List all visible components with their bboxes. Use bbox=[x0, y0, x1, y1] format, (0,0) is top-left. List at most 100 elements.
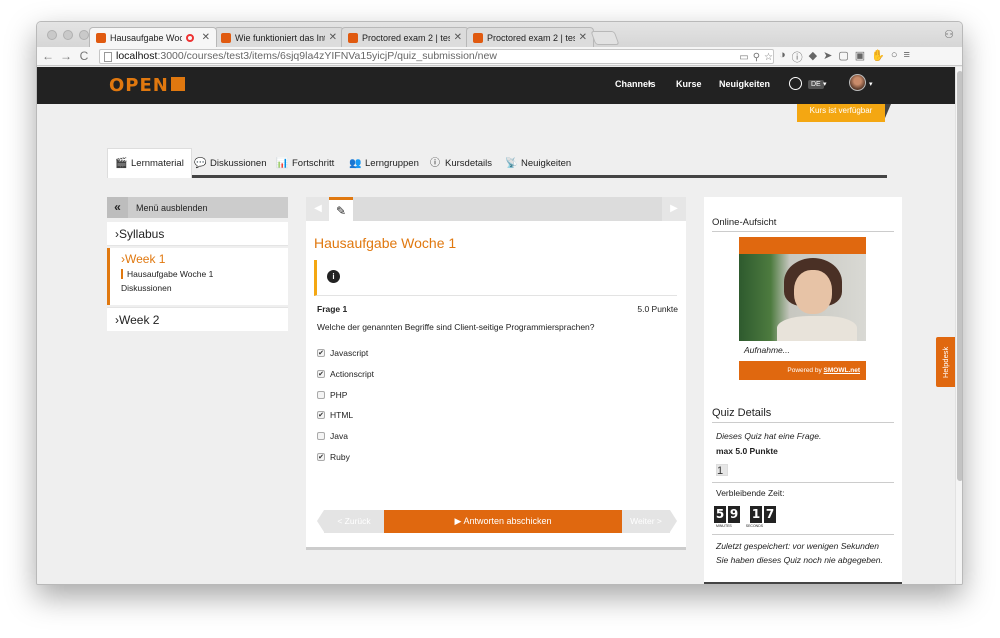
close-tab-icon[interactable]: ✕ bbox=[454, 32, 462, 43]
sidebar-subitem-hausaufgabe[interactable]: Hausaufgabe Woche 1 bbox=[121, 269, 288, 279]
tab-diskussionen[interactable]: 💬 Diskussionen bbox=[187, 148, 274, 178]
next-button[interactable]: Weiter > bbox=[622, 510, 677, 533]
extension-doc-icon[interactable]: ▢ bbox=[838, 49, 848, 65]
globe-icon[interactable] bbox=[789, 77, 802, 90]
close-tab-icon[interactable]: ✕ bbox=[202, 32, 210, 43]
extension-icons: ◑ ⓘ ◆ ➤ ▢ ▣ ✋ ○ ≡ bbox=[779, 49, 910, 65]
camera-icon[interactable]: ▭ bbox=[739, 51, 748, 64]
sidebar-item-week1[interactable]: ›Week 1 Hausaufgabe Woche 1 Diskussionen bbox=[107, 248, 288, 305]
back-icon[interactable]: ← bbox=[41, 49, 55, 63]
sidebar-item-label: ›Week 1 bbox=[121, 252, 166, 266]
user-avatar[interactable] bbox=[849, 74, 866, 91]
never-submitted-text: Sie haben dieses Quiz noch nie abgegeben… bbox=[716, 555, 883, 565]
prev-item-arrow-icon[interactable]: ◀ bbox=[306, 197, 330, 221]
favicon-icon bbox=[96, 32, 106, 43]
quiz-item-icon[interactable]: ✎ bbox=[329, 197, 353, 221]
answer-checkbox[interactable]: ✔ bbox=[317, 349, 325, 357]
tab-lerngruppen[interactable]: 👥 Lerngruppen bbox=[342, 148, 426, 178]
hide-menu-button[interactable]: « Menü ausblenden bbox=[107, 197, 288, 218]
bookmark-star-icon[interactable]: ☆ bbox=[764, 51, 773, 64]
extension-diamond-icon[interactable]: ◆ bbox=[809, 49, 817, 65]
extension-info-icon[interactable]: ⓘ bbox=[792, 49, 803, 65]
browser-tab[interactable]: Wie funktioniert das Intern ✕ bbox=[214, 27, 344, 47]
smowl-link[interactable]: SMOWL.net bbox=[824, 367, 860, 374]
question-nav-box[interactable]: 1 bbox=[716, 464, 728, 477]
language-selector[interactable]: DE bbox=[808, 80, 824, 89]
answer-label: Java bbox=[330, 431, 348, 441]
extension-badge-icon[interactable]: ◑ bbox=[779, 49, 786, 65]
helpdesk-button[interactable]: Helpdesk bbox=[936, 337, 955, 387]
web-page: OPEN Channels ▾ Kurse Neuigkeiten DE ▾ ▾… bbox=[37, 67, 962, 584]
new-tab-button[interactable] bbox=[590, 31, 620, 45]
chevron-down-icon: ▾ bbox=[823, 81, 827, 88]
extension-hand-icon[interactable]: ✋ bbox=[871, 49, 885, 65]
close-tab-icon[interactable]: ✕ bbox=[329, 32, 337, 43]
divider bbox=[712, 534, 894, 535]
answer-label: HTML bbox=[330, 410, 354, 420]
info-icon: ⓘ bbox=[430, 157, 440, 169]
sidebar-subitem-diskussionen[interactable]: Diskussionen bbox=[121, 283, 288, 293]
answer-option[interactable]: Java bbox=[317, 431, 348, 441]
nav-kurse[interactable]: Kurse bbox=[676, 79, 702, 89]
submit-answers-button[interactable]: ▶ Antworten abschicken bbox=[384, 510, 622, 533]
quiz-content: Hausaufgabe Woche 1 i Frage 1 5.0 Punkte… bbox=[306, 221, 686, 550]
seconds-label: SECONDS bbox=[745, 524, 764, 528]
sidebar-item-week2[interactable]: ›Week 2 bbox=[107, 307, 288, 331]
answer-option[interactable]: ✔ HTML bbox=[317, 410, 353, 420]
question-label: Frage 1 bbox=[317, 304, 348, 314]
extension-circle-icon[interactable]: ○ bbox=[891, 49, 898, 65]
tab-lernmaterial[interactable]: 🎬 Lernmaterial bbox=[107, 148, 192, 178]
last-saved-text: Zuletzt gespeichert: vor wenigen Sekunde… bbox=[716, 541, 880, 551]
course-tabs: 🎬 Lernmaterial 💬 Diskussionen 📊 Fortschr… bbox=[107, 148, 887, 178]
previous-button[interactable]: < Zurück bbox=[317, 510, 384, 533]
forward-icon[interactable]: → bbox=[59, 49, 73, 63]
browser-tab[interactable]: Proctored exam 2 | test3 ✕ bbox=[341, 27, 469, 47]
openhpi-logo[interactable]: OPEN bbox=[109, 75, 185, 96]
page-scrollbar[interactable] bbox=[955, 67, 962, 584]
answer-checkbox[interactable]: ✔ bbox=[317, 370, 325, 378]
address-bar[interactable]: localhost:3000/courses/test3/items/6sjq9… bbox=[99, 49, 774, 64]
answer-option[interactable]: ✔ Actionscript bbox=[317, 369, 374, 379]
next-item-arrow-icon[interactable]: ▶ bbox=[662, 197, 686, 221]
profile-icon[interactable]: ⚇ bbox=[944, 28, 954, 41]
timer-gap bbox=[742, 506, 748, 523]
tab-fortschritt[interactable]: 📊 Fortschritt bbox=[269, 148, 341, 178]
tab-title: Proctored exam 2 | test3 bbox=[487, 32, 575, 43]
menu-icon[interactable]: ≡ bbox=[904, 49, 910, 65]
info-icon[interactable]: i bbox=[327, 270, 340, 283]
proctoring-header-bar bbox=[739, 237, 866, 254]
tab-title: Hausaufgabe Woche 1 | bbox=[110, 32, 182, 43]
answer-option[interactable]: PHP bbox=[317, 390, 347, 400]
scrollbar-thumb[interactable] bbox=[957, 71, 962, 481]
tab-kursdetails[interactable]: ⓘ Kursdetails bbox=[422, 148, 499, 178]
answer-checkbox[interactable] bbox=[317, 391, 325, 399]
minimize-window-button[interactable] bbox=[63, 30, 73, 40]
nav-neuigkeiten[interactable]: Neuigkeiten bbox=[719, 79, 770, 89]
zoom-icon[interactable]: ⚲ bbox=[753, 51, 760, 64]
remaining-time-label: Verbleibende Zeit: bbox=[716, 488, 785, 498]
close-tab-icon[interactable]: ✕ bbox=[579, 32, 587, 43]
clapperboard-icon: 🎬 bbox=[115, 158, 128, 169]
extension-box-icon[interactable]: ▣ bbox=[855, 49, 865, 65]
window-controls bbox=[47, 30, 89, 40]
close-window-button[interactable] bbox=[47, 30, 57, 40]
page-title: Hausaufgabe Woche 1 bbox=[314, 235, 457, 251]
tab-label: Fortschritt bbox=[292, 157, 335, 169]
answer-checkbox[interactable]: ✔ bbox=[317, 411, 325, 419]
tab-label: Lernmaterial bbox=[131, 158, 184, 169]
zoom-window-button[interactable] bbox=[79, 30, 89, 40]
answer-option[interactable]: ✔ Ruby bbox=[317, 452, 350, 462]
question-text: Welche der genannten Begriffe sind Clien… bbox=[317, 322, 595, 332]
quiz-hint-bar: i bbox=[314, 260, 677, 296]
hide-menu-label: Menü ausblenden bbox=[136, 202, 208, 213]
browser-tab-active[interactable]: Hausaufgabe Woche 1 | ✕ bbox=[89, 27, 217, 47]
extension-cursor-icon[interactable]: ➤ bbox=[823, 49, 832, 65]
answer-option[interactable]: ✔ Javascript bbox=[317, 348, 368, 358]
sidebar-item-syllabus[interactable]: ›Syllabus bbox=[107, 222, 288, 246]
powered-by-text: Powered by bbox=[787, 367, 822, 374]
answer-checkbox[interactable] bbox=[317, 432, 325, 440]
tab-neuigkeiten[interactable]: 📡 Neuigkeiten bbox=[498, 148, 578, 178]
reload-icon[interactable]: C bbox=[77, 49, 91, 63]
browser-tab[interactable]: Proctored exam 2 | test3 ✕ bbox=[466, 27, 594, 47]
answer-checkbox[interactable]: ✔ bbox=[317, 453, 325, 461]
